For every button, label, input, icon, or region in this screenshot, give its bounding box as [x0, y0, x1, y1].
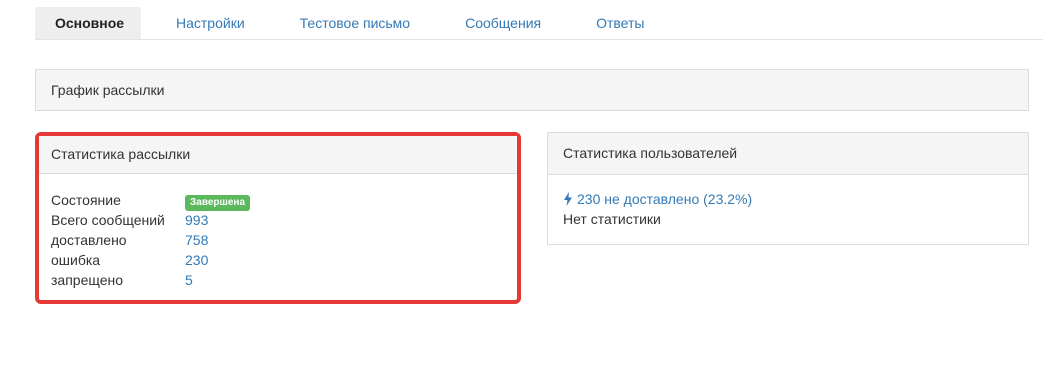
- stat-label: запрещено: [51, 272, 124, 288]
- status-badge: Завершена: [185, 195, 251, 211]
- stat-value-link[interactable]: 993: [185, 210, 208, 230]
- stat-label: доставлено: [51, 232, 127, 248]
- stat-label: Всего сообщений: [51, 212, 165, 228]
- no-stats-text: Нет статистики: [563, 211, 661, 227]
- stat-value-link[interactable]: 758: [185, 230, 208, 250]
- schedule-panel: График рассылки: [35, 69, 1029, 111]
- tab-settings[interactable]: Настройки: [141, 7, 273, 39]
- undelivered-row: 230 не доставлено (23.2%): [563, 189, 1013, 209]
- stat-row-error: ошибка 230: [51, 250, 505, 270]
- tab-replies[interactable]: Ответы: [569, 7, 672, 39]
- tabs-bar: Основное Настройки Тестовое письмо Сообщ…: [35, 7, 1043, 40]
- tab-test-email[interactable]: Тестовое письмо: [273, 7, 438, 39]
- schedule-panel-title[interactable]: График рассылки: [36, 70, 1028, 110]
- mailing-stats-body: Состояние Завершена Всего сообщений 993 …: [39, 174, 517, 290]
- tab-messages[interactable]: Сообщения: [438, 7, 569, 39]
- stat-row-blocked: запрещено 5: [51, 270, 505, 290]
- stat-row-total: Всего сообщений 993: [51, 210, 505, 230]
- stat-row-status: Состояние Завершена: [51, 190, 505, 211]
- user-stats-panel: Статистика пользователей 230 не доставле…: [547, 132, 1029, 245]
- user-stats-body: 230 не доставлено (23.2%) Нет статистики: [548, 175, 1028, 229]
- user-stats-title: Статистика пользователей: [548, 133, 1028, 175]
- undelivered-link[interactable]: 230 не доставлено (23.2%): [577, 191, 752, 207]
- bolt-icon: [564, 192, 572, 206]
- stat-value-link[interactable]: 5: [185, 270, 193, 290]
- stat-row-delivered: доставлено 758: [51, 230, 505, 250]
- page: Основное Настройки Тестовое письмо Сообщ…: [0, 0, 1043, 365]
- stat-value-link[interactable]: 230: [185, 250, 208, 270]
- mailing-stats-panel: Статистика рассылки Состояние Завершена …: [35, 132, 521, 304]
- stat-label: ошибка: [51, 252, 101, 268]
- stat-label: Состояние: [51, 192, 121, 208]
- mailing-stats-title: Статистика рассылки: [39, 136, 517, 174]
- tab-main[interactable]: Основное: [35, 7, 141, 39]
